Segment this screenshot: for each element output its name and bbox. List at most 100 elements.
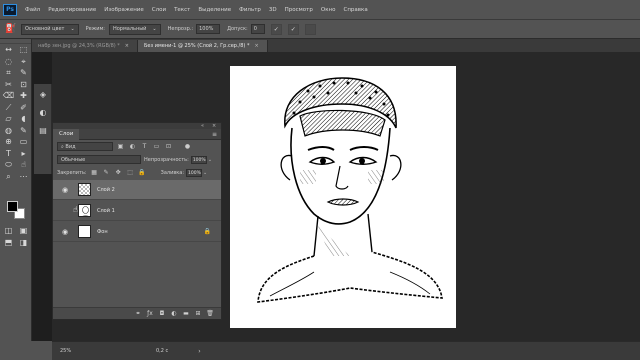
layers-panel-footer: ⚭ ƒx ◘ ◐ ▬ ⊞ 🗑: [53, 307, 221, 319]
layer-filter-select[interactable]: ⌕ Вид: [57, 142, 113, 151]
fill-field[interactable]: 100%: [186, 168, 203, 177]
document-info: 0,2 с: [156, 348, 169, 354]
quick-mask-icon[interactable]: ◫: [1, 225, 16, 237]
menu-filter[interactable]: Фильтр: [235, 7, 265, 13]
opacity-field[interactable]: 100%: [196, 24, 221, 34]
shape-tool-icon[interactable]: ⬭: [1, 159, 16, 171]
pen-tool-icon[interactable]: ✎: [16, 125, 31, 137]
chevron-right-icon[interactable]: ›: [198, 348, 200, 355]
close-icon[interactable]: ×: [254, 43, 258, 49]
paint-bucket-icon[interactable]: ⛽: [5, 23, 17, 35]
eye-icon[interactable]: ◉: [59, 228, 71, 236]
type-tool-icon[interactable]: T: [1, 148, 16, 160]
clone-stamp-tool-icon[interactable]: ✚: [16, 90, 31, 102]
filter-adjustment-icon[interactable]: ◐: [128, 142, 137, 151]
tab-document-1[interactable]: набр зен.jpg @ 24,3% (RGB/8) * ×: [32, 40, 138, 52]
channels-panel-icon[interactable]: ◐: [36, 106, 50, 120]
tab-document-2[interactable]: Без имени-1 @ 25% (Слой 2, Гр.сер./8) * ×: [138, 40, 268, 52]
menu-type[interactable]: Текст: [170, 7, 194, 13]
lock-all-icon[interactable]: 🔒: [138, 168, 147, 177]
dodge-tool-icon[interactable]: ◖: [16, 113, 31, 125]
new-layer-icon[interactable]: ⊞: [193, 310, 203, 317]
eraser-tool-icon[interactable]: ⌫: [1, 90, 16, 102]
layer-opacity-field[interactable]: 100%: [190, 155, 207, 164]
zoom-tool-icon[interactable]: ⊕: [1, 136, 16, 148]
foreground-color-swatch[interactable]: [7, 201, 18, 212]
filter-pixel-icon[interactable]: ▣: [116, 142, 125, 151]
panel-menu-icon[interactable]: ≡: [212, 131, 217, 138]
lock-position-icon[interactable]: ✥: [114, 168, 123, 177]
frame-tool-icon[interactable]: ▭: [16, 136, 31, 148]
frame-mode-icon[interactable]: ◨: [16, 237, 31, 249]
document-canvas[interactable]: [230, 66, 456, 328]
zoom-level[interactable]: 25%: [60, 348, 100, 354]
close-icon[interactable]: ×: [125, 43, 129, 49]
quick-select-tool-icon[interactable]: ⌖: [16, 56, 31, 68]
patch-tool-icon[interactable]: ✂: [1, 79, 16, 91]
paths-panel-icon[interactable]: ▤: [36, 124, 50, 138]
blend-mode-select[interactable]: Нормальный ⌄: [108, 23, 161, 35]
eye-icon[interactable]: ◉: [59, 186, 71, 194]
chevron-down-icon[interactable]: ⌄: [203, 170, 207, 176]
move-tool-icon[interactable]: ↔: [1, 44, 16, 56]
delete-layer-icon[interactable]: 🗑: [205, 310, 215, 317]
layer-name[interactable]: Слой 2: [97, 187, 115, 193]
lock-artboard-icon[interactable]: ⬚: [126, 168, 135, 177]
fill-source-select[interactable]: Основной цвет ⌄: [21, 23, 79, 35]
menu-layers[interactable]: Слои: [148, 7, 170, 13]
menu-edit[interactable]: Редактирование: [44, 7, 100, 13]
blur-tool-icon[interactable]: ◍: [1, 125, 16, 137]
layer-row-layer-2[interactable]: ◉ Слой 2: [53, 180, 221, 200]
anti-alias-checkbox[interactable]: ✓: [270, 23, 282, 35]
link-layers-icon[interactable]: ⚭: [133, 310, 143, 317]
crop-tool-icon[interactable]: ⌗: [1, 67, 16, 79]
layer-blend-mode-select[interactable]: Обычные: [57, 155, 141, 164]
new-group-icon[interactable]: ▬: [181, 310, 191, 317]
rotate-view-tool-icon[interactable]: ⌕: [1, 171, 16, 183]
all-layers-checkbox[interactable]: [304, 23, 316, 35]
menu-help[interactable]: Справка: [339, 7, 371, 13]
tools-grid: ↔ ⬚ ◌ ⌖ ⌗ ✎ ✂ ⊡ ⌫ ✚ ⟋ ✐ ▱ ◖ ◍ ✎ ⊕ ▭ T ▸ ⬭ ☝ ⌕ ⋯: [0, 44, 31, 182]
layer-name[interactable]: Слой 1: [97, 208, 115, 214]
add-mask-icon[interactable]: ◘: [157, 310, 167, 317]
tab-layers[interactable]: Слои: [53, 128, 80, 140]
layer-style-icon[interactable]: ƒx: [145, 310, 155, 317]
layer-row-background[interactable]: ◉ Фон 🔒: [53, 222, 221, 242]
more-tools-icon[interactable]: ⋯: [16, 171, 31, 183]
menu-file[interactable]: Файл: [21, 7, 44, 13]
screen-mode-icon[interactable]: ▣: [16, 225, 31, 237]
layers-panel-icon[interactable]: ◈: [36, 88, 50, 102]
close-icon[interactable]: ×: [212, 123, 216, 129]
edit-toolbar-icon[interactable]: ⬒: [1, 237, 16, 249]
menu-window[interactable]: Окно: [317, 7, 340, 13]
hand-tool-icon[interactable]: ☝: [16, 159, 31, 171]
layer-name[interactable]: Фон: [97, 229, 108, 235]
filter-toggle-icon[interactable]: ●: [183, 142, 192, 151]
chevron-down-icon[interactable]: ⌄: [208, 157, 212, 163]
chevron-down-icon: ⌄: [70, 26, 75, 32]
menu-select[interactable]: Выделение: [194, 7, 235, 13]
filter-shape-icon[interactable]: ▭: [152, 142, 161, 151]
lock-pixels-icon[interactable]: ✎: [102, 168, 111, 177]
menu-3d[interactable]: 3D: [265, 7, 281, 13]
brush-tool-icon[interactable]: ⊡: [16, 79, 31, 91]
paint-bucket-tool-icon[interactable]: ▱: [1, 113, 16, 125]
marquee-tool-icon[interactable]: ⬚: [16, 44, 31, 56]
layers-panel-titlebar[interactable]: « ×: [53, 123, 221, 129]
lock-transparency-icon[interactable]: ▦: [90, 168, 99, 177]
adjustment-layer-icon[interactable]: ◐: [169, 310, 179, 317]
filter-smart-icon[interactable]: ⊡: [164, 142, 173, 151]
photoshop-logo: Ps: [3, 3, 17, 16]
color-swatches[interactable]: [5, 199, 27, 221]
contiguous-checkbox[interactable]: ✓: [287, 23, 299, 35]
path-select-tool-icon[interactable]: ▸: [16, 148, 31, 160]
history-brush-tool-icon[interactable]: ✐: [16, 102, 31, 114]
menu-view[interactable]: Просмотр: [281, 7, 317, 13]
eyedropper-tool-icon[interactable]: ✎: [16, 67, 31, 79]
filter-type-icon[interactable]: T: [140, 142, 149, 151]
gradient-tool-icon[interactable]: ⟋: [1, 102, 16, 114]
collapse-icon[interactable]: «: [201, 123, 204, 129]
lasso-tool-icon[interactable]: ◌: [1, 56, 16, 68]
menu-image[interactable]: Изображение: [100, 7, 148, 13]
tolerance-field[interactable]: 0: [250, 24, 265, 34]
